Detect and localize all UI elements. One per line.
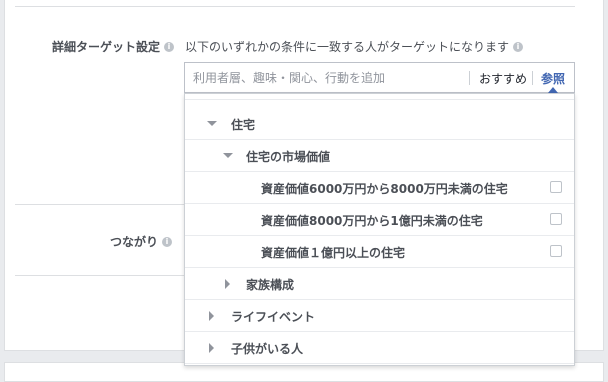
detailed-targeting-label: 詳細ターゲット設定 i bbox=[52, 38, 175, 55]
targeting-search-input[interactable] bbox=[193, 69, 463, 87]
option-label: 資産価値6000万円から8000万円未満の住宅 bbox=[261, 182, 508, 196]
top-divider bbox=[15, 6, 575, 7]
category-label: 世代 bbox=[231, 94, 255, 95]
targeting-description: 以下のいずれかの条件に一致する人がターゲットになります i bbox=[185, 38, 524, 55]
info-icon[interactable]: i bbox=[162, 236, 173, 247]
category-row-home-value[interactable]: 住宅の市場価値 bbox=[185, 140, 574, 172]
targeting-search-box: おすすめ 参照 bbox=[184, 62, 575, 93]
category-row-life-events[interactable]: ライフイベント bbox=[185, 300, 574, 332]
category-label: ライフイベント bbox=[231, 310, 316, 324]
detailed-targeting-text: 詳細ターゲット設定 bbox=[52, 40, 161, 54]
info-icon[interactable]: i bbox=[513, 41, 524, 52]
chevron-down-icon[interactable] bbox=[223, 153, 233, 158]
option-label: 資産価値8000万円から1億円未満の住宅 bbox=[261, 214, 483, 228]
category-label: 住宅の市場価値 bbox=[246, 150, 331, 164]
connections-label: つながり i bbox=[110, 233, 173, 250]
info-icon[interactable]: i bbox=[164, 41, 175, 52]
option-label: 資産価値１億円以上の住宅 bbox=[261, 246, 406, 260]
chevron-down-icon[interactable] bbox=[207, 121, 217, 126]
separator bbox=[469, 71, 470, 85]
option-row-home-value-60-80m[interactable]: 資産価値6000万円から8000万円未満の住宅 bbox=[185, 172, 574, 204]
option-row-home-value-100m-plus[interactable]: 資産価値１億円以上の住宅 bbox=[185, 236, 574, 268]
browse-dropdown: 世代 住宅 住宅の市場価値 資産価値6000万円から8000万円未満の住宅 資産… bbox=[184, 93, 575, 366]
category-label: 家族構成 bbox=[246, 278, 295, 292]
section-divider-2 bbox=[15, 275, 185, 276]
option-checkbox[interactable] bbox=[550, 181, 562, 193]
category-row-housing[interactable]: 住宅 bbox=[185, 108, 574, 140]
option-row-home-value-80-100m[interactable]: 資産価値8000万円から1億円未満の住宅 bbox=[185, 204, 574, 236]
category-row-parents[interactable]: 子供がいる人 bbox=[185, 332, 574, 364]
section-divider bbox=[15, 204, 185, 205]
connections-text: つながり bbox=[110, 235, 159, 249]
category-row-partial[interactable]: 世代 bbox=[185, 94, 574, 100]
chevron-right-icon[interactable] bbox=[225, 279, 230, 289]
option-checkbox[interactable] bbox=[550, 245, 562, 257]
chevron-right-icon[interactable] bbox=[209, 311, 214, 321]
browse-button[interactable]: 参照 bbox=[541, 70, 565, 87]
separator bbox=[532, 71, 533, 85]
category-label: 子供がいる人 bbox=[231, 342, 304, 356]
category-label: 住宅 bbox=[231, 118, 256, 132]
targeting-description-text: 以下のいずれかの条件に一致する人がターゲットになります bbox=[185, 40, 510, 54]
category-row-household[interactable]: 家族構成 bbox=[185, 268, 574, 300]
chevron-right-icon[interactable] bbox=[209, 343, 214, 353]
suggestions-button[interactable]: おすすめ bbox=[479, 70, 527, 87]
option-checkbox[interactable] bbox=[550, 213, 562, 225]
